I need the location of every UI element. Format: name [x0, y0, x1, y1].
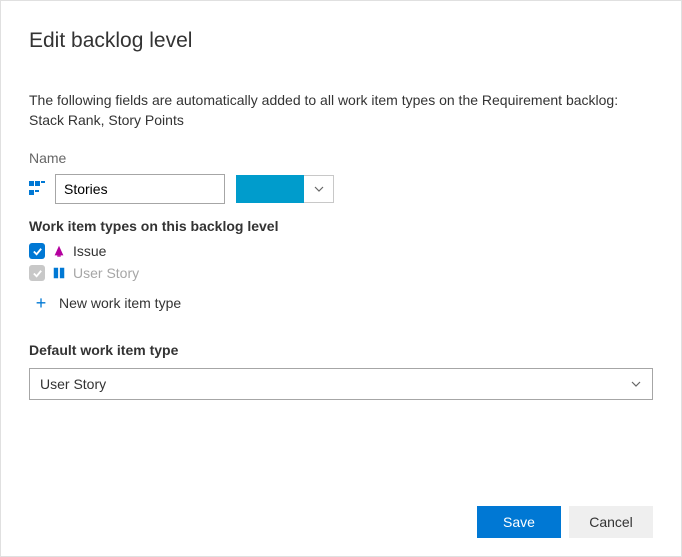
- new-work-item-type-button[interactable]: + New work item type: [29, 284, 653, 316]
- wit-checkbox-user-story: [29, 265, 45, 281]
- color-dropdown-button[interactable]: [304, 175, 334, 203]
- check-icon: [32, 268, 43, 279]
- wit-section-label: Work item types on this backlog level: [29, 218, 653, 234]
- name-row: [29, 174, 653, 204]
- dialog-footer: Save Cancel: [477, 506, 653, 538]
- plus-icon: +: [33, 294, 49, 312]
- dialog-description: The following fields are automatically a…: [29, 91, 653, 130]
- user-story-icon: [51, 265, 67, 281]
- wit-checkbox-issue[interactable]: [29, 243, 45, 259]
- color-picker[interactable]: [235, 174, 335, 204]
- wit-item-user-story: User Story: [29, 262, 653, 284]
- color-swatch: [236, 175, 304, 203]
- wit-label-user-story: User Story: [73, 265, 139, 281]
- backlog-level-icon: [29, 181, 45, 197]
- name-label: Name: [29, 150, 653, 166]
- wit-label-issue: Issue: [73, 243, 106, 259]
- wit-item-issue: Issue: [29, 240, 653, 262]
- issue-icon: [51, 243, 67, 259]
- check-icon: [32, 246, 43, 257]
- cancel-button[interactable]: Cancel: [569, 506, 653, 538]
- chevron-down-icon: [630, 378, 642, 390]
- name-input[interactable]: [55, 174, 225, 204]
- new-wit-label: New work item type: [59, 295, 181, 311]
- chevron-down-icon: [313, 183, 325, 195]
- dialog-title: Edit backlog level: [29, 29, 653, 53]
- default-wit-label: Default work item type: [29, 342, 653, 358]
- save-button[interactable]: Save: [477, 506, 561, 538]
- default-wit-select[interactable]: User Story: [29, 368, 653, 400]
- default-wit-value: User Story: [40, 376, 106, 392]
